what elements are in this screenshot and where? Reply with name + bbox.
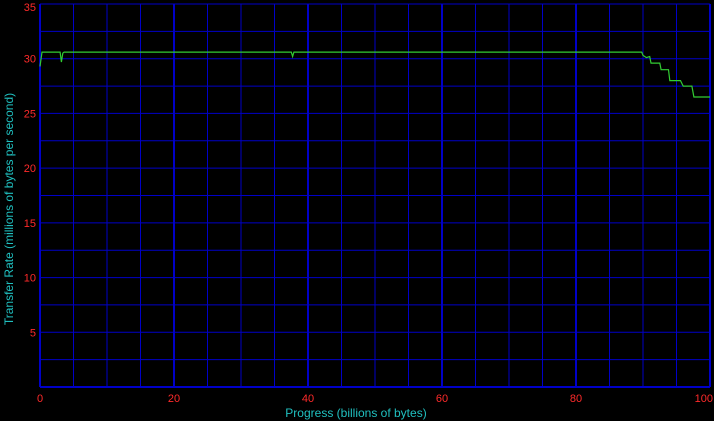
x-tick-label: 60 <box>436 393 448 405</box>
y-axis-label: Transfer Rate (millions of bytes per sec… <box>2 93 16 325</box>
y-tick-label: 10 <box>24 273 36 285</box>
x-tick-label: 40 <box>302 393 314 405</box>
y-tick-label: 15 <box>24 218 36 230</box>
y-tick-label: 35 <box>24 2 36 14</box>
x-tick-label: 80 <box>570 393 582 405</box>
y-tick-label: 20 <box>24 163 36 175</box>
y-tick-label: 30 <box>24 54 36 66</box>
x-tick-label: 0 <box>37 393 43 405</box>
minor-grid <box>39 3 711 388</box>
x-axis-label: Progress (billions of bytes) <box>285 406 426 420</box>
y-tick-label: 25 <box>24 108 36 120</box>
x-tick-label: 20 <box>168 393 180 405</box>
transfer-rate-chart: 0 20 40 60 80 100 5 10 15 20 25 30 35 Progress (bil… <box>0 0 714 421</box>
y-tick-label: 5 <box>30 327 36 339</box>
x-tick-label: 100 <box>695 393 713 405</box>
